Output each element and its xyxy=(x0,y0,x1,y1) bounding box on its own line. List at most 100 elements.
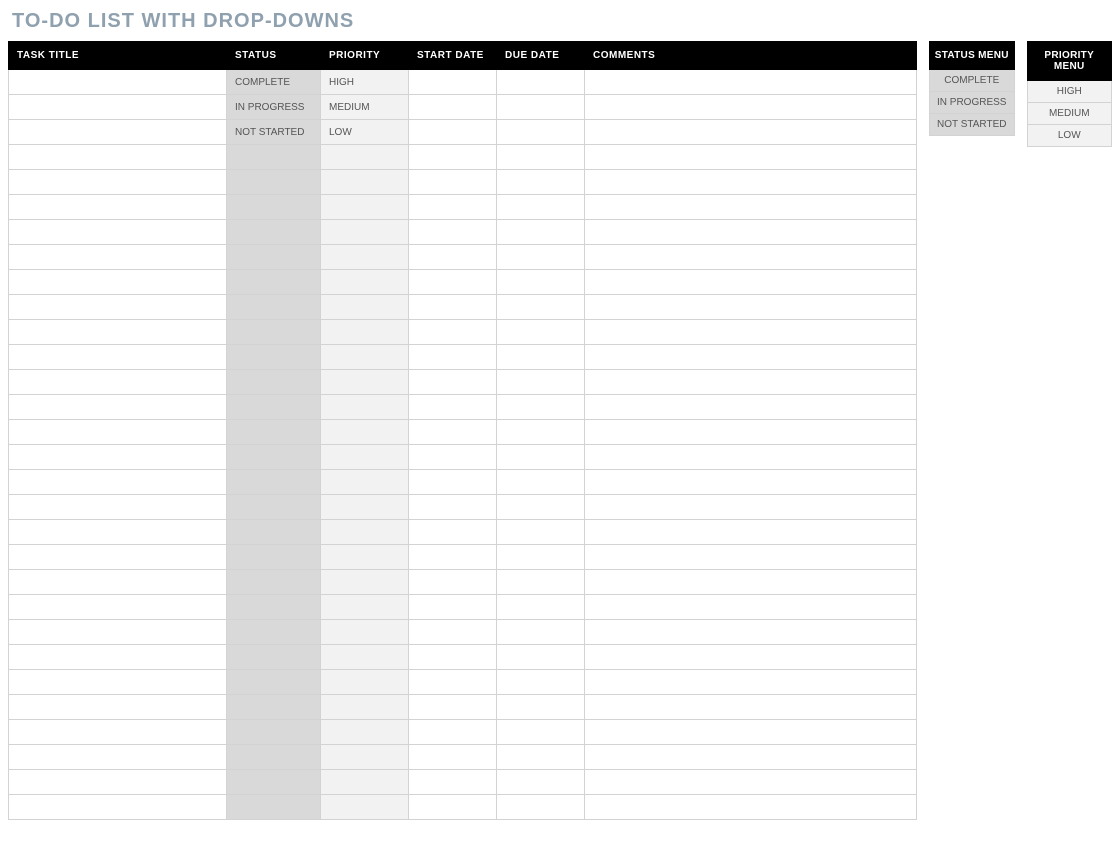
start-date-cell[interactable] xyxy=(409,570,497,595)
due-date-cell[interactable] xyxy=(497,695,585,720)
task-title-cell[interactable] xyxy=(9,620,227,645)
priority-cell[interactable] xyxy=(321,470,409,495)
priority-cell[interactable] xyxy=(321,345,409,370)
task-title-cell[interactable] xyxy=(9,270,227,295)
comments-cell[interactable] xyxy=(585,145,917,170)
comments-cell[interactable] xyxy=(585,195,917,220)
task-title-cell[interactable] xyxy=(9,370,227,395)
task-title-cell[interactable] xyxy=(9,420,227,445)
task-title-cell[interactable] xyxy=(9,120,227,145)
status-cell[interactable] xyxy=(227,170,321,195)
task-title-cell[interactable] xyxy=(9,220,227,245)
status-cell[interactable] xyxy=(227,445,321,470)
priority-cell[interactable] xyxy=(321,445,409,470)
status-cell[interactable] xyxy=(227,220,321,245)
priority-cell[interactable] xyxy=(321,145,409,170)
task-title-cell[interactable] xyxy=(9,195,227,220)
due-date-cell[interactable] xyxy=(497,370,585,395)
status-cell[interactable] xyxy=(227,770,321,795)
start-date-cell[interactable] xyxy=(409,320,497,345)
task-title-cell[interactable] xyxy=(9,595,227,620)
start-date-cell[interactable] xyxy=(409,395,497,420)
task-title-cell[interactable] xyxy=(9,345,227,370)
due-date-cell[interactable] xyxy=(497,420,585,445)
status-cell[interactable]: IN PROGRESS xyxy=(227,95,321,120)
status-cell[interactable] xyxy=(227,695,321,720)
start-date-cell[interactable] xyxy=(409,495,497,520)
start-date-cell[interactable] xyxy=(409,470,497,495)
comments-cell[interactable] xyxy=(585,720,917,745)
comments-cell[interactable] xyxy=(585,70,917,95)
status-cell[interactable]: COMPLETE xyxy=(227,70,321,95)
comments-cell[interactable] xyxy=(585,595,917,620)
status-cell[interactable] xyxy=(227,520,321,545)
start-date-cell[interactable] xyxy=(409,595,497,620)
comments-cell[interactable] xyxy=(585,345,917,370)
priority-cell[interactable] xyxy=(321,670,409,695)
comments-cell[interactable] xyxy=(585,695,917,720)
comments-cell[interactable] xyxy=(585,670,917,695)
due-date-cell[interactable] xyxy=(497,595,585,620)
start-date-cell[interactable] xyxy=(409,345,497,370)
comments-cell[interactable] xyxy=(585,370,917,395)
comments-cell[interactable] xyxy=(585,95,917,120)
task-title-cell[interactable] xyxy=(9,770,227,795)
status-cell[interactable] xyxy=(227,620,321,645)
task-title-cell[interactable] xyxy=(9,70,227,95)
due-date-cell[interactable] xyxy=(497,745,585,770)
comments-cell[interactable] xyxy=(585,420,917,445)
task-title-cell[interactable] xyxy=(9,670,227,695)
comments-cell[interactable] xyxy=(585,320,917,345)
start-date-cell[interactable] xyxy=(409,795,497,820)
start-date-cell[interactable] xyxy=(409,445,497,470)
priority-cell[interactable] xyxy=(321,370,409,395)
task-title-cell[interactable] xyxy=(9,95,227,120)
task-title-cell[interactable] xyxy=(9,470,227,495)
task-title-cell[interactable] xyxy=(9,520,227,545)
comments-cell[interactable] xyxy=(585,620,917,645)
priority-cell[interactable]: HIGH xyxy=(321,70,409,95)
status-cell[interactable] xyxy=(227,645,321,670)
priority-cell[interactable] xyxy=(321,770,409,795)
due-date-cell[interactable] xyxy=(497,270,585,295)
start-date-cell[interactable] xyxy=(409,245,497,270)
status-cell[interactable] xyxy=(227,295,321,320)
start-date-cell[interactable] xyxy=(409,145,497,170)
priority-cell[interactable] xyxy=(321,570,409,595)
due-date-cell[interactable] xyxy=(497,220,585,245)
start-date-cell[interactable] xyxy=(409,695,497,720)
status-cell[interactable] xyxy=(227,495,321,520)
comments-cell[interactable] xyxy=(585,745,917,770)
start-date-cell[interactable] xyxy=(409,220,497,245)
priority-cell[interactable] xyxy=(321,220,409,245)
comments-cell[interactable] xyxy=(585,795,917,820)
due-date-cell[interactable] xyxy=(497,770,585,795)
status-cell[interactable] xyxy=(227,345,321,370)
due-date-cell[interactable] xyxy=(497,145,585,170)
status-cell[interactable] xyxy=(227,595,321,620)
start-date-cell[interactable] xyxy=(409,545,497,570)
start-date-cell[interactable] xyxy=(409,770,497,795)
priority-cell[interactable] xyxy=(321,395,409,420)
priority-cell[interactable] xyxy=(321,595,409,620)
comments-cell[interactable] xyxy=(585,520,917,545)
priority-menu-item[interactable]: LOW xyxy=(1027,125,1112,147)
start-date-cell[interactable] xyxy=(409,720,497,745)
start-date-cell[interactable] xyxy=(409,95,497,120)
task-title-cell[interactable] xyxy=(9,295,227,320)
priority-cell[interactable] xyxy=(321,520,409,545)
task-title-cell[interactable] xyxy=(9,245,227,270)
start-date-cell[interactable] xyxy=(409,745,497,770)
task-title-cell[interactable] xyxy=(9,695,227,720)
task-title-cell[interactable] xyxy=(9,795,227,820)
priority-cell[interactable] xyxy=(321,270,409,295)
status-menu-item[interactable]: IN PROGRESS xyxy=(930,92,1015,114)
task-title-cell[interactable] xyxy=(9,320,227,345)
priority-cell[interactable] xyxy=(321,320,409,345)
comments-cell[interactable] xyxy=(585,445,917,470)
priority-cell[interactable]: MEDIUM xyxy=(321,95,409,120)
status-cell[interactable] xyxy=(227,145,321,170)
due-date-cell[interactable] xyxy=(497,495,585,520)
due-date-cell[interactable] xyxy=(497,245,585,270)
task-title-cell[interactable] xyxy=(9,495,227,520)
